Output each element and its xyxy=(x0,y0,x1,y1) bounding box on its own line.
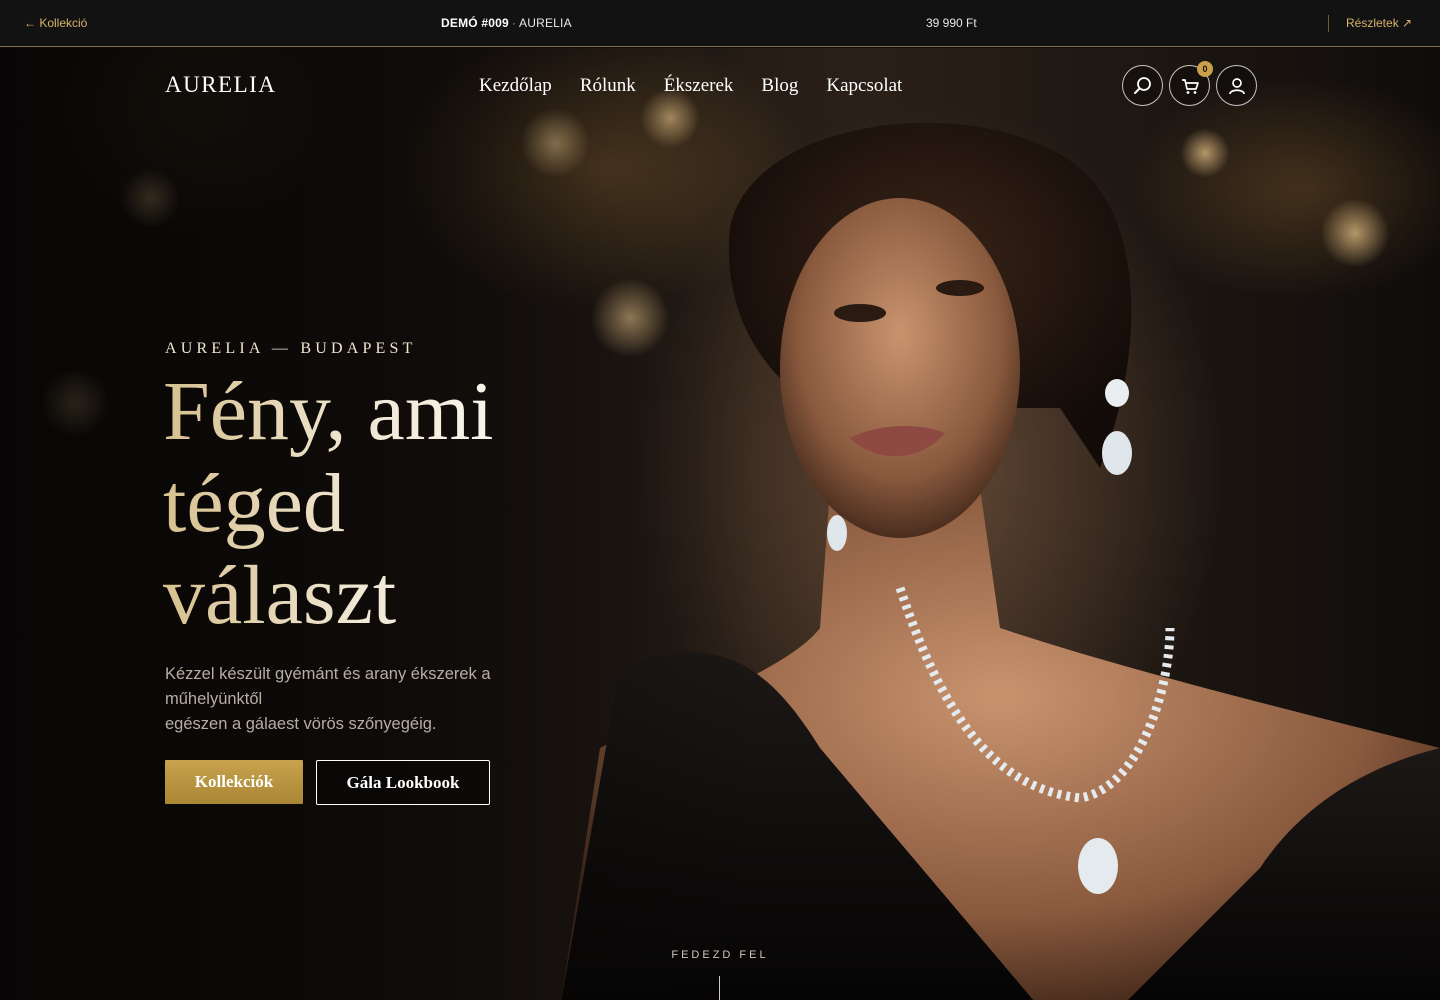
gala-lookbook-button[interactable]: Gála Lookbook xyxy=(316,760,490,805)
cart-icon xyxy=(1181,78,1199,94)
demo-price: 39 990 Ft xyxy=(926,16,977,30)
subtitle-line: műhelyünktől xyxy=(165,690,263,708)
main-nav: Kezdőlap Rólunk Ékszerek Blog Kapcsolat xyxy=(479,75,902,97)
hero-subtitle: Kézzel készült gyémánt és arany ékszerek… xyxy=(165,662,555,737)
user-icon xyxy=(1228,77,1245,94)
hero-eyebrow: AURELIA — BUDAPEST xyxy=(165,340,417,357)
headline-line: Fény, ami xyxy=(163,366,583,458)
search-button[interactable] xyxy=(1122,65,1163,106)
site-logo[interactable]: AURELIA xyxy=(165,72,276,98)
back-to-collection-link[interactable]: ← Kollekció xyxy=(24,16,87,30)
scroll-cue-label[interactable]: FEDEZD FEL xyxy=(0,949,1440,961)
search-icon xyxy=(1133,76,1151,94)
nav-item-jewelry[interactable]: Ékszerek xyxy=(664,75,734,97)
demo-number: DEMÓ #009 xyxy=(441,16,509,30)
account-button[interactable] xyxy=(1216,65,1257,106)
cart-count-badge: 0 xyxy=(1197,61,1213,77)
headline-line: választ xyxy=(163,550,583,642)
demo-title: DEMÓ #009 · AURELIA xyxy=(441,16,572,30)
nav-item-home[interactable]: Kezdőlap xyxy=(479,75,552,97)
headline-line: téged xyxy=(163,458,583,550)
subtitle-line: Kézzel készült gyémánt és arany ékszerek… xyxy=(165,665,491,683)
demo-topbar: ← Kollekció DEMÓ #009 · AURELIA 39 990 Ft … xyxy=(0,0,1440,47)
topbar-divider xyxy=(1328,15,1329,32)
demo-separator: · xyxy=(511,16,517,30)
subtitle-line: egészen a gálaest vörös szőnyegéig. xyxy=(165,715,437,733)
collections-button[interactable]: Kollekciók xyxy=(165,760,303,804)
nav-item-blog[interactable]: Blog xyxy=(761,75,798,97)
details-link[interactable]: Részletek ↗ xyxy=(1346,16,1412,30)
scroll-cue-line xyxy=(719,976,720,1000)
nav-item-contact[interactable]: Kapcsolat xyxy=(826,75,902,97)
nav-item-about[interactable]: Rólunk xyxy=(580,75,636,97)
demo-name: AURELIA xyxy=(519,16,572,30)
hero-headline: Fény, ami téged választ xyxy=(163,366,583,642)
